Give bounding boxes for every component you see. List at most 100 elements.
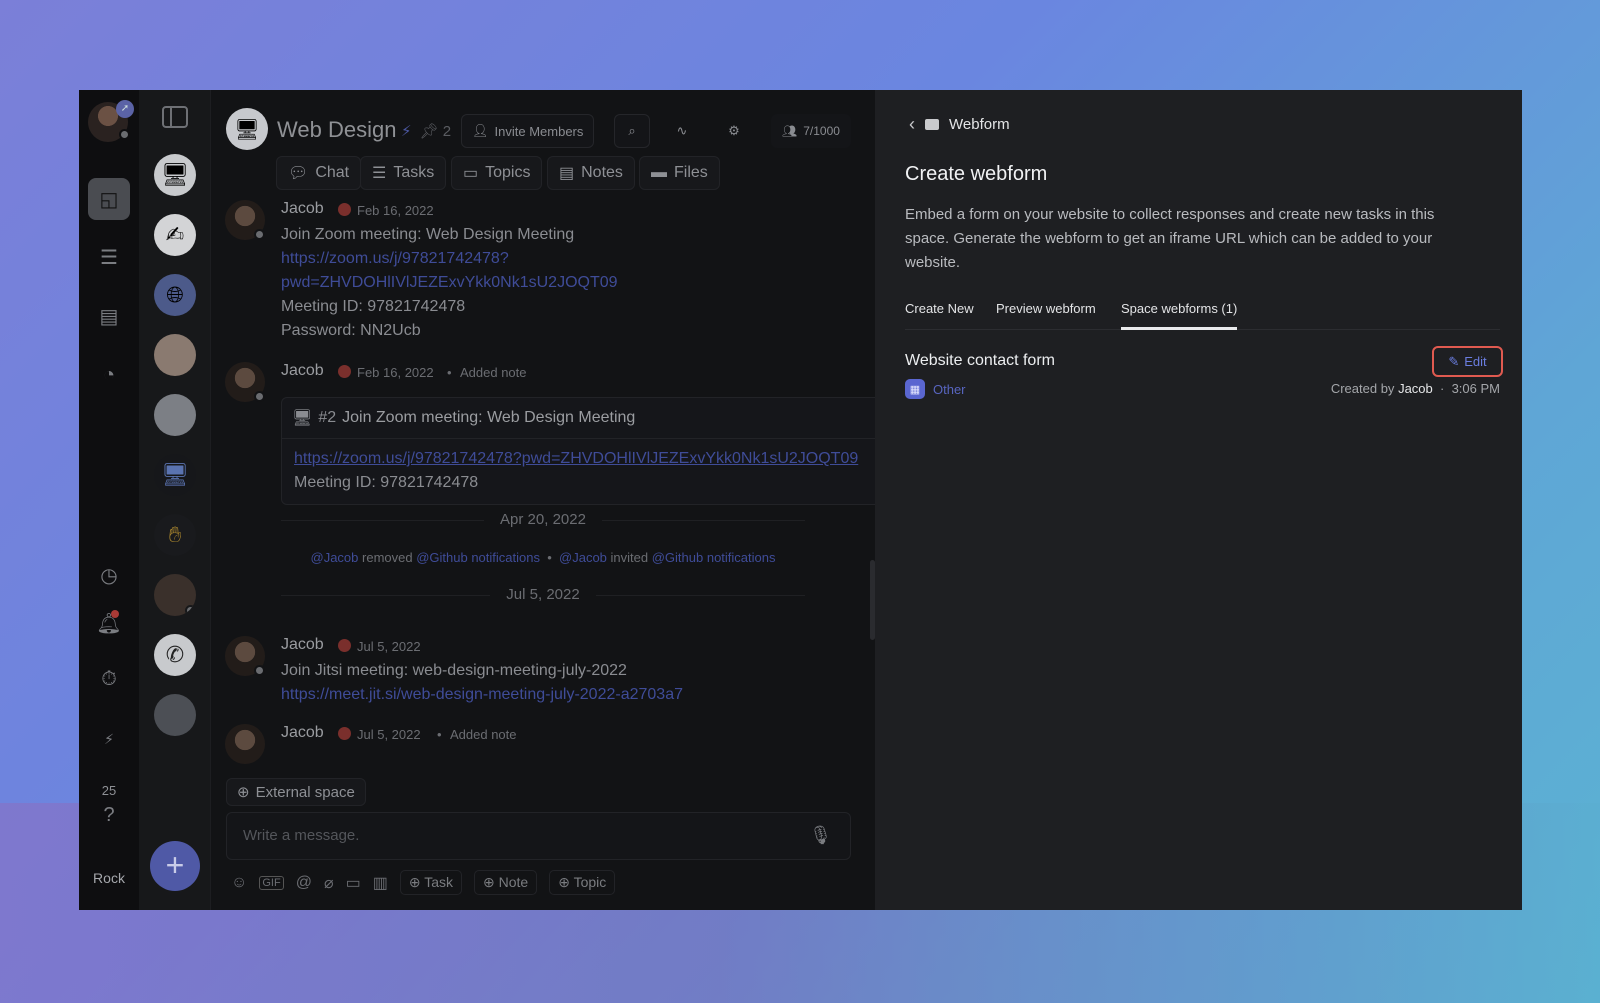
tasks-list-icon[interactable]: ☰ <box>88 236 130 278</box>
tab-notes[interactable]: ▤ Notes <box>547 156 635 190</box>
space-person-avatar[interactable] <box>154 334 196 376</box>
add-topic-label: Topic <box>573 874 607 890</box>
tab-preview-webform[interactable]: Preview webform <box>996 301 1096 330</box>
message-composer[interactable]: Write a message. 🎙︎ <box>226 812 851 860</box>
members-button[interactable]: 👥︎ 7/1000 <box>771 114 851 148</box>
attachment-icon[interactable]: ⌀ <box>324 873 334 893</box>
edit-button[interactable]: ✎ Edit <box>1432 346 1503 377</box>
add-task-button[interactable]: ⊕ Task <box>399 870 462 895</box>
note-header: 🖥︎ #2 Join Zoom meeting: Web Design Meet… <box>292 408 635 428</box>
breadcrumb: ‹ Webform <box>909 114 1010 135</box>
mention-link[interactable]: @Jacob <box>559 550 607 565</box>
bell-icon[interactable]: 🔔︎ <box>88 602 130 644</box>
date-divider-label: Apr 20, 2022 <box>484 511 602 528</box>
video-icon[interactable]: ▭ <box>346 873 361 893</box>
external-space-badge[interactable]: ⊕ External space <box>226 778 366 806</box>
bullet-separator: • <box>447 365 452 380</box>
webform-tabs: Create New Preview webform Space webform… <box>905 298 1500 330</box>
invite-members-button[interactable]: 👤︎ Invite Members <box>461 114 595 148</box>
space-writing-icon[interactable]: ✍︎ <box>154 214 196 256</box>
tab-create-new[interactable]: Create New <box>905 301 974 330</box>
message-author[interactable]: Jacob <box>281 636 324 654</box>
bolt-icon[interactable]: ⚡︎ <box>88 718 130 760</box>
space-person-avatar[interactable] <box>154 394 196 436</box>
mention-link[interactable]: @Jacob <box>311 550 359 565</box>
tab-topics[interactable]: ▭ Topics <box>451 156 543 190</box>
mention-icon[interactable]: @ <box>296 874 312 892</box>
note-number: #2 <box>318 409 337 426</box>
add-topic-button[interactable]: ⊕ Topic <box>549 870 616 895</box>
mention-link[interactable]: @Github notifications <box>416 550 540 565</box>
message-author[interactable]: Jacob <box>281 362 324 380</box>
avatar[interactable] <box>225 636 265 676</box>
back-chevron-icon[interactable]: ‹ <box>909 114 915 135</box>
bullet-separator: • <box>543 550 556 565</box>
webform-tag[interactable]: ▦ Other <box>905 379 966 399</box>
tab-space-webforms[interactable]: Space webforms (1) <box>1121 301 1238 330</box>
tasks-icon: ☰ <box>372 165 387 182</box>
webform-tag-label: Other <box>933 381 966 397</box>
poll-icon[interactable]: ▥ <box>373 873 388 893</box>
history-clock-icon[interactable]: ◷ <box>88 554 130 596</box>
sidebar-toggle-icon[interactable] <box>162 106 188 128</box>
nav-rail: ➚ ◱ ☰ ▤ ◔ ◷ 🔔︎ ⏱︎ ⚡︎ 25 ? Rock <box>79 90 139 910</box>
space-avatar: 🖥︎ <box>226 108 268 150</box>
globe-icon: ⊕ <box>237 784 250 801</box>
note-card[interactable]: 🖥︎ #2 Join Zoom meeting: Web Design Meet… <box>281 397 875 505</box>
webform-name[interactable]: Website contact form <box>905 352 1055 370</box>
flag-icon <box>338 365 351 378</box>
topic-icon: ▭ <box>463 165 479 182</box>
system-text: removed <box>362 550 413 565</box>
microphone-icon[interactable]: 🎙︎ <box>809 825 832 846</box>
settings-button[interactable]: ⚙︎ <box>716 114 752 148</box>
message-author[interactable]: Jacob <box>281 200 324 218</box>
message-author[interactable]: Jacob <box>281 724 324 742</box>
pin-count: 2 <box>442 123 452 140</box>
search-icon: ⌕ <box>628 123 636 138</box>
created-by-user[interactable]: Jacob <box>1398 381 1433 396</box>
dashboard-icon[interactable]: ◔ <box>88 354 130 396</box>
emoji-icon[interactable]: ☺ <box>231 874 247 892</box>
add-note-button[interactable]: ⊕ Note <box>474 870 538 895</box>
gif-icon[interactable]: GIF <box>259 875 284 890</box>
document-icon[interactable]: ▤ <box>88 295 130 337</box>
space-globe-icon[interactable]: 🌐︎ <box>154 274 196 316</box>
message-input-placeholder[interactable]: Write a message. <box>243 827 359 844</box>
spaces-list: 🖥︎ ✍︎ 🌐︎ 🖥︎ ✋︎ ✆ + <box>139 90 211 910</box>
space-wave-icon[interactable]: ✋︎ <box>154 514 196 556</box>
space-web-design-icon[interactable]: 🖥︎ <box>154 154 196 196</box>
tab-files[interactable]: ▬ Files <box>639 156 720 190</box>
space-person-avatar[interactable] <box>154 694 196 736</box>
add-space-button[interactable]: + <box>150 841 200 891</box>
tab-chat[interactable]: 💬︎ Chat <box>276 156 362 190</box>
space-phone-icon[interactable]: ✆ <box>154 634 196 676</box>
mention-link[interactable]: @Github notifications <box>652 550 776 565</box>
spaces-icon[interactable]: ◱ <box>88 178 130 220</box>
space-person-avatar[interactable] <box>154 574 196 616</box>
message-link[interactable]: https://zoom.us/j/97821742478? <box>281 250 509 268</box>
timer-icon[interactable]: ⏱︎ <box>88 658 130 700</box>
note-icon: ▤ <box>559 165 575 182</box>
tab-tasks[interactable]: ☰ Tasks <box>360 156 447 190</box>
search-button[interactable]: ⌕ <box>614 114 650 148</box>
avatar[interactable] <box>225 200 265 240</box>
note-divider <box>282 438 875 439</box>
message-link[interactable]: https://meet.jit.si/web-design-meeting-j… <box>281 686 683 704</box>
message-link[interactable]: pwd=ZHVDOHlIVlJEZExvYkk0Nk1sU2JOQT09 <box>281 274 618 292</box>
help-icon[interactable]: ? <box>88 794 130 836</box>
edit-label: Edit <box>1464 354 1487 369</box>
message-text: Join Jitsi meeting: web-design-meeting-j… <box>281 662 627 679</box>
page-description: Embed a form on your website to collect … <box>905 206 1435 271</box>
message-text: Password: NN2Ucb <box>281 322 421 339</box>
avatar[interactable] <box>225 724 265 764</box>
invite-members-label: Invite Members <box>494 123 584 139</box>
space-computer-icon[interactable]: 🖥︎ <box>154 454 196 496</box>
chat-bubble-icon: 💬︎ <box>288 165 309 182</box>
note-link[interactable]: https://zoom.us/j/97821742478?pwd=ZHVDOH… <box>294 450 858 468</box>
avatar[interactable] <box>225 362 265 402</box>
tag-icon: ▦ <box>905 379 925 399</box>
user-avatar[interactable]: ➚ <box>88 100 134 142</box>
system-text: invited <box>610 550 649 565</box>
activity-button[interactable]: ∿ <box>664 114 700 148</box>
status-dot <box>185 605 196 616</box>
